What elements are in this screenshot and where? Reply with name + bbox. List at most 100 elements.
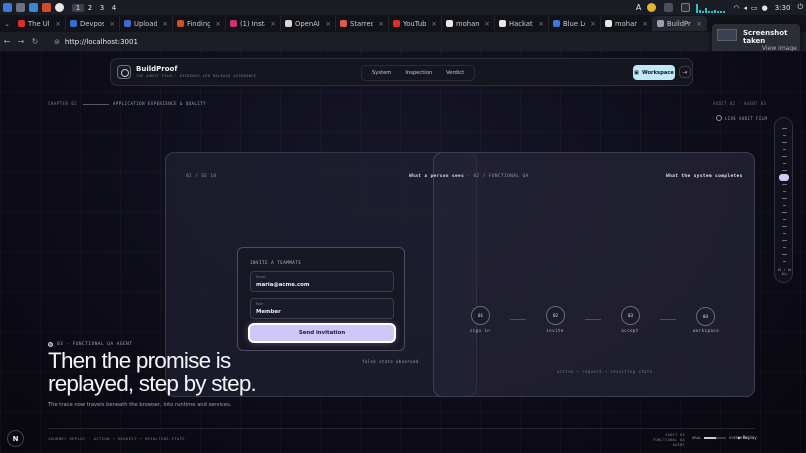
hero-headline: Then the promise is replayed, step by st…	[48, 348, 257, 396]
font-icon[interactable]: A	[636, 3, 641, 12]
browser-tab[interactable]: Devpost ×	[66, 16, 120, 31]
firefox-icon[interactable]	[42, 3, 51, 12]
step-2-node: 02	[546, 306, 565, 325]
tab-close-icon[interactable]: ×	[215, 20, 221, 28]
workspace-button[interactable]: ▣ Workspace	[633, 65, 675, 80]
logo-icon	[117, 65, 131, 79]
tab-favicon-icon	[285, 20, 292, 27]
exit-button[interactable]: ⇥	[679, 66, 691, 78]
browser-tab[interactable]: Uploadi ×	[120, 16, 173, 31]
workspace-1[interactable]: 1	[72, 3, 84, 12]
role-field[interactable]: Role Member	[250, 298, 394, 319]
progress-bar[interactable]	[704, 436, 727, 439]
tab-close-icon[interactable]: ×	[109, 20, 115, 28]
github-icon[interactable]	[55, 3, 64, 12]
tab-close-icon[interactable]: ×	[378, 20, 384, 28]
terminal-tray-icon[interactable]	[681, 3, 691, 12]
timeline-scrubber[interactable]: 01 / 10 ALL	[774, 117, 793, 283]
tab-title: Finding	[187, 19, 211, 28]
power-icon[interactable]: ⏻	[797, 3, 803, 12]
tab-close-icon[interactable]: ×	[431, 20, 437, 28]
live-link-label: LIVE AUDIT FILM	[725, 115, 768, 121]
tab-close-icon[interactable]: ×	[270, 20, 276, 28]
scrubber-counter: 01 / 10 ALL	[777, 268, 792, 276]
tab-favicon-icon	[70, 20, 77, 27]
scrubber-tick	[783, 205, 786, 206]
tab-list-icon[interactable]: ⌄	[0, 20, 14, 28]
forward-icon[interactable]: →	[14, 37, 28, 46]
tab-favicon-icon	[657, 20, 664, 27]
live-audit-film-link[interactable]: LIVE AUDIT FILM	[716, 115, 767, 121]
email-field[interactable]: Email maria@acme.com	[250, 271, 394, 292]
workspace-2[interactable]: 2	[84, 4, 96, 12]
tab-title: The Ultim	[28, 19, 50, 28]
browser-tab[interactable]: Finding ×	[173, 16, 226, 31]
scrubber-tick	[783, 135, 786, 136]
footer-caption: JOURNEY REPLAY · ACTION → REQUEST → RESU…	[48, 436, 185, 441]
notifications-icon[interactable]: ●	[762, 4, 768, 12]
human-panel-title: What a person sees · 02 / FUNCTIONAL QA	[409, 174, 529, 179]
nav-link-system[interactable]: System	[366, 67, 397, 79]
terminal-icon[interactable]	[29, 3, 38, 12]
browser-tab[interactable]: Starred ×	[336, 16, 389, 31]
tab-close-icon[interactable]: ×	[484, 20, 490, 28]
tab-close-icon[interactable]: ×	[162, 20, 168, 28]
step-3-label: accept	[621, 328, 639, 333]
invite-card: INVITE A TEAMMATE Email maria@acme.com R…	[237, 247, 405, 351]
wifi-icon[interactable]: ◠	[733, 4, 739, 12]
scrubber-active-marker[interactable]	[779, 174, 789, 181]
tab-close-icon[interactable]: ×	[696, 20, 702, 28]
app-launcher-icon[interactable]	[3, 3, 12, 12]
tab-close-icon[interactable]: ×	[55, 20, 61, 28]
reload-icon[interactable]: ↻	[28, 37, 42, 46]
volume-icon[interactable]: ◂	[743, 4, 747, 12]
step-connector	[660, 319, 676, 320]
browser-tab[interactable]: BuildPr ×	[653, 16, 707, 31]
browser-tab[interactable]: moham ×	[442, 16, 495, 31]
system-panel	[433, 152, 755, 397]
workspace-4[interactable]: 4	[108, 4, 120, 12]
browser-tab[interactable]: The Ultim ×	[14, 16, 66, 31]
scrubber-tick	[783, 247, 786, 248]
chrome-icon[interactable]	[647, 3, 657, 12]
screenshot-thumbnail	[717, 29, 737, 41]
screenshot-icon[interactable]	[664, 3, 674, 12]
back-icon[interactable]: ←	[0, 37, 14, 46]
tab-favicon-icon	[446, 20, 453, 27]
cpu-graph	[696, 2, 726, 13]
nav-link-inspection[interactable]: Inspection	[399, 67, 438, 79]
next-dev-badge[interactable]: N	[7, 430, 24, 447]
url-field[interactable]: ⊜ http://localhost:3001	[48, 35, 144, 48]
browser-tab[interactable]: Hackath ×	[495, 16, 549, 31]
send-invitation-button[interactable]: Send invitation	[250, 325, 394, 341]
hero-subline: The trace now travels beneath the browse…	[48, 402, 232, 408]
workspace-3[interactable]: 3	[96, 4, 108, 12]
battery-icon[interactable]: ▭	[751, 4, 758, 12]
scrubber-tick	[783, 261, 786, 262]
tab-close-icon[interactable]: ×	[642, 20, 648, 28]
tab-title: YouTube	[403, 19, 427, 28]
tab-close-icon[interactable]: ×	[325, 20, 331, 28]
browser-tab[interactable]: Blue Lo ×	[549, 16, 601, 31]
browser-tab[interactable]: OpenAI ×	[281, 16, 336, 31]
tab-close-icon[interactable]: ×	[538, 20, 544, 28]
files-icon[interactable]	[16, 3, 25, 12]
step-1-label: sign in	[469, 328, 491, 333]
email-value: maria@acme.com	[256, 282, 310, 288]
scrubber-tick	[782, 156, 787, 157]
tab-favicon-icon	[340, 20, 347, 27]
flow-caption: action → request → resulting state	[557, 369, 653, 374]
nav-link-verdict[interactable]: Verdict	[440, 67, 470, 79]
scrubber-tick	[782, 212, 787, 213]
scrubber-tick	[782, 184, 787, 185]
tab-close-icon[interactable]: ×	[590, 20, 596, 28]
browser-tab[interactable]: (1) Instag ×	[226, 16, 281, 31]
scrubber-tick	[782, 226, 787, 227]
replay-button[interactable]: ▶ Replay	[738, 435, 757, 440]
browser-tab[interactable]: moham ×	[601, 16, 653, 31]
clock[interactable]: 3:30	[775, 4, 791, 12]
tab-favicon-icon	[553, 20, 560, 27]
step-connector	[585, 319, 601, 320]
browser-tab[interactable]: YouTube ×	[389, 16, 442, 31]
site-info-icon[interactable]: ⊜	[54, 38, 60, 46]
